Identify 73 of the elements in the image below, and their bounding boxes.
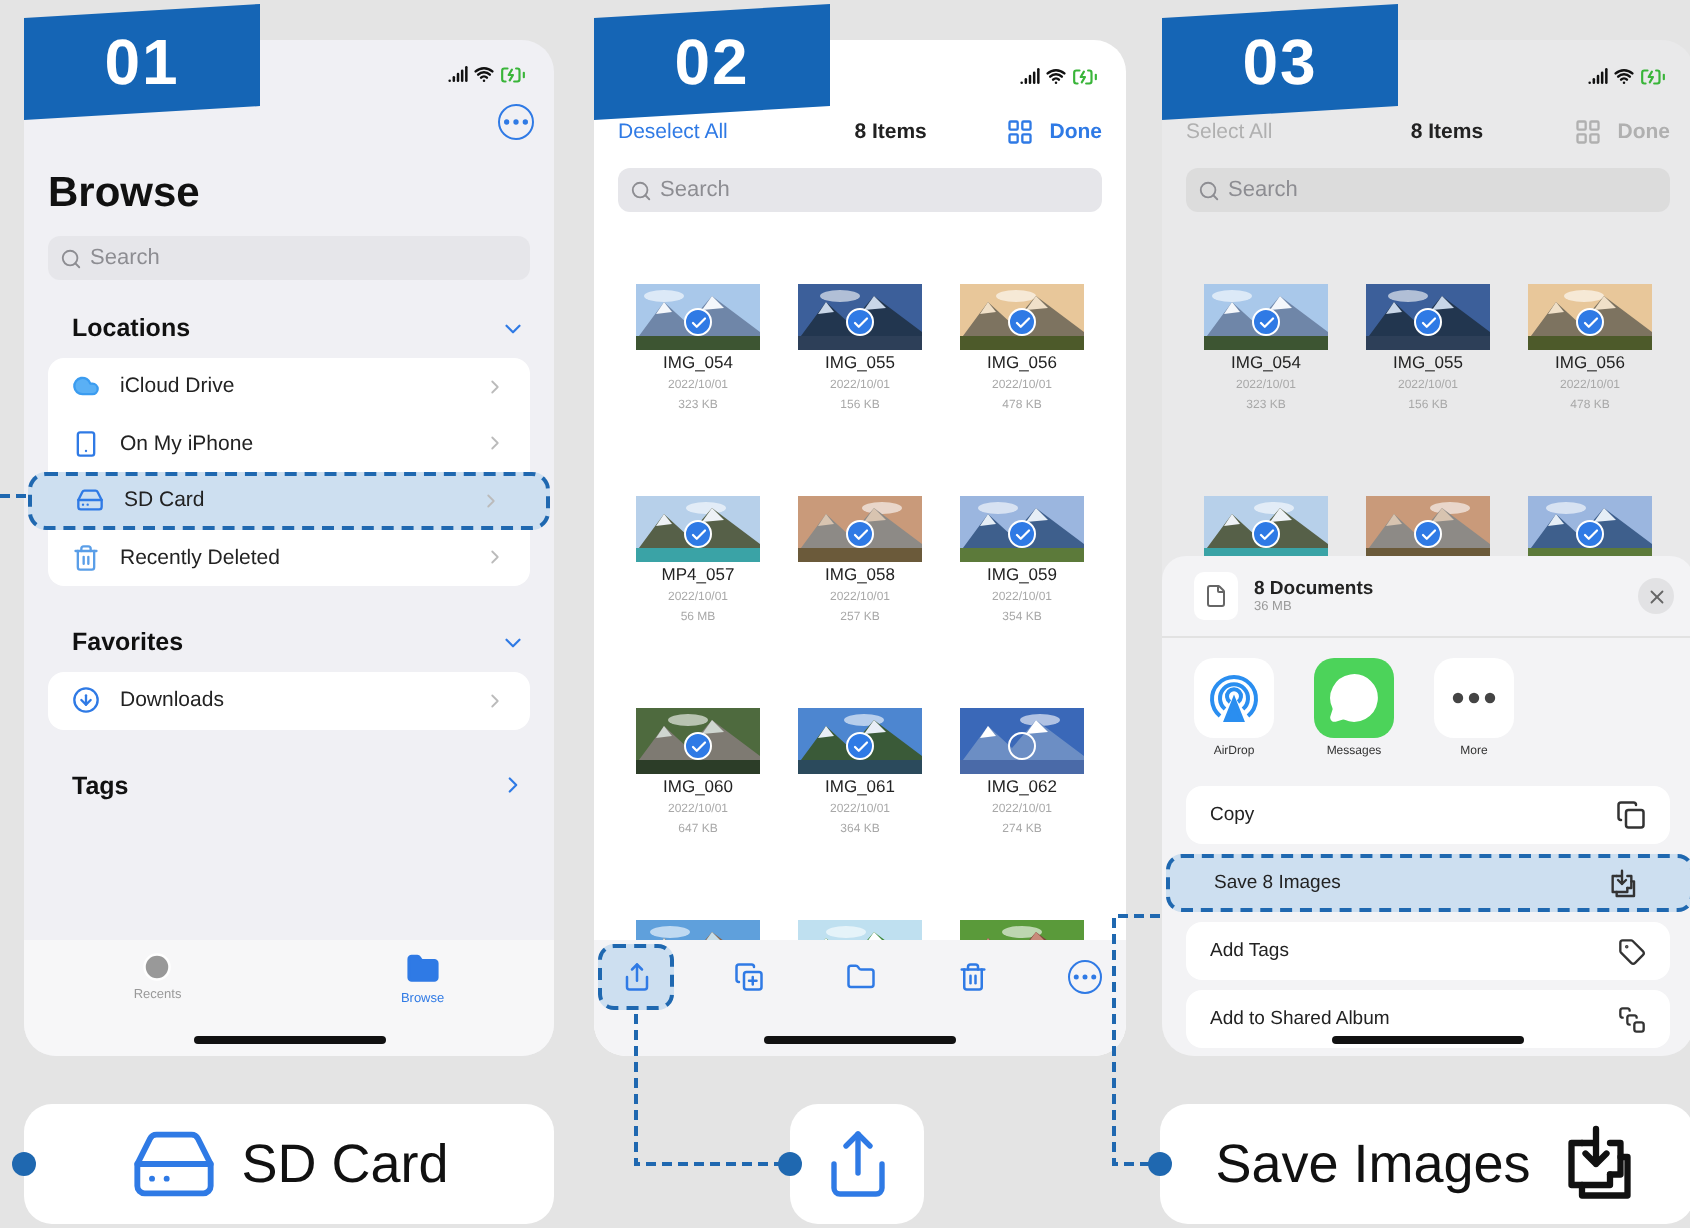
share-action[interactable]: Add Tags [1186,922,1670,980]
folder-icon [405,952,440,986]
search-icon [1198,179,1220,201]
file-name: IMG_060 [663,774,733,800]
connector-dot [12,1152,36,1176]
callout-label: Save Images [1215,1133,1531,1195]
wifi-icon [474,64,494,84]
signal-icon [1020,66,1040,86]
step-badge: 01 [24,4,260,120]
drive-icon [76,486,104,515]
file-name: IMG_054 [1231,350,1301,376]
signal-icon [448,64,468,84]
wifi-icon [1046,66,1066,86]
trash-icon [957,962,987,992]
battery-icon [1072,63,1098,89]
duplicate-icon [733,962,763,992]
folder-icon [845,962,875,992]
trash-icon [72,543,100,572]
battery-icon [500,61,526,87]
file-name: IMG_054 [663,350,733,376]
share-action[interactable]: Copy [1186,786,1670,844]
battery-icon [1640,63,1666,89]
document-icon [1194,572,1238,620]
location-item[interactable]: iCloud Drive [48,358,530,415]
share-action[interactable]: Add to Shared Album [1186,990,1670,1048]
clock-icon [142,952,173,982]
section-title: Favorites [72,628,184,656]
tag-icon [1618,937,1646,965]
copy-icon [1616,800,1646,830]
file-name: IMG_062 [987,774,1057,800]
album-icon [1618,1005,1646,1033]
file-name: IMG_055 [825,350,895,376]
file-name: MP4_057 [661,562,735,588]
share-button[interactable] [598,944,674,1010]
step-badge: 02 [594,4,830,120]
wifi-icon [1614,66,1634,86]
file-name: IMG_056 [1555,350,1625,376]
share-icon [621,962,651,992]
signal-icon [1588,66,1608,86]
screen-title: Browse [48,168,202,220]
search-icon [60,247,82,269]
connector-line [0,494,28,498]
file-name: IMG_061 [825,774,895,800]
close-button[interactable] [1638,578,1674,614]
selection-circle-icon[interactable] [1008,732,1036,760]
location-item[interactable]: Recently Deleted [48,529,530,586]
phone-icon [72,429,100,458]
grid-view-icon[interactable] [1005,118,1034,146]
section-title: Locations [72,314,191,342]
file-name: IMG_059 [987,562,1057,588]
cloud-icon [72,372,100,401]
sheet-title: 8 Documents [1254,578,1376,600]
location-item[interactable]: On My iPhone [48,415,530,472]
more-icon [1452,692,1496,704]
screen-title: 8 Items [852,120,929,144]
select-all-link[interactable]: Deselect All [618,120,728,144]
location-item[interactable]: Downloads [48,672,530,729]
file-name: IMG_055 [1393,350,1463,376]
step-badge: 03 [1162,4,1398,120]
download-icon [72,686,100,715]
share-action[interactable]: Save 8 Images [1166,854,1690,912]
file-name: IMG_058 [825,562,895,588]
more-icon [1067,960,1101,994]
message-bubble-icon [1328,672,1380,724]
close-icon [1645,585,1667,607]
search-icon [630,179,652,201]
location-item[interactable]: SD Card [28,472,550,529]
section-title: Tags [72,771,129,799]
callout-label: SD Card [241,1133,449,1195]
done-link[interactable]: Done [1049,120,1102,144]
file-name: IMG_056 [987,350,1057,376]
screen-title: 8 Items [1408,120,1486,144]
save-icon [1606,867,1638,899]
